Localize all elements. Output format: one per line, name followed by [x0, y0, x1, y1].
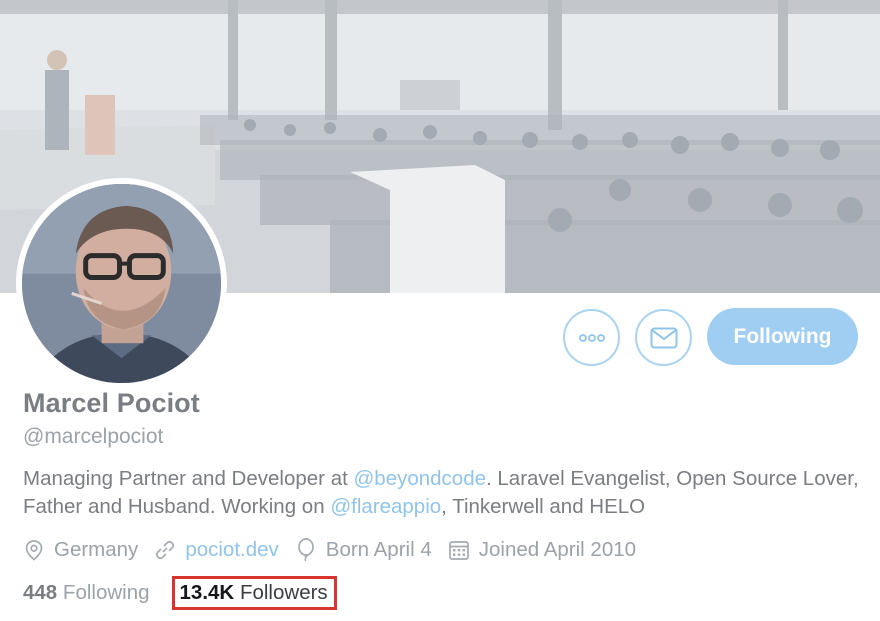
link-icon [156, 540, 175, 560]
profile-meta: Germany pociot.dev Born April 4 Joined A… [23, 535, 652, 565]
following-button[interactable]: Following [707, 308, 858, 365]
profile-stats: 448 Following 13.4K Followers [23, 576, 337, 610]
bio-mention-beyondcode[interactable]: @beyondcode [353, 467, 486, 490]
joined-text: Joined April 2010 [478, 538, 637, 561]
mail-icon [650, 327, 677, 348]
website-link[interactable]: pociot.dev [185, 538, 278, 562]
message-button[interactable] [635, 309, 692, 366]
profile-joined: Joined April 2010 [448, 538, 636, 562]
profile-website[interactable]: pociot.dev [154, 538, 279, 562]
followers-stat[interactable]: 13.4K Followers [171, 576, 337, 610]
profile-avatar[interactable] [16, 178, 227, 389]
followers-count: 13.4K [179, 581, 235, 604]
following-count: 448 [23, 581, 58, 604]
more-icon [578, 333, 605, 342]
more-options-button[interactable] [563, 309, 620, 366]
profile-bio: Managing Partner and Developer at @beyon… [23, 465, 873, 521]
profile-handle: @marcelpociot [23, 425, 164, 448]
profile-location: Germany [23, 538, 138, 562]
bio-mention-flareappio[interactable]: @flareappio [330, 495, 441, 518]
calendar-icon [448, 541, 469, 560]
followers-label: Followers [239, 581, 328, 604]
profile-name: Marcel Pociot [23, 388, 200, 418]
balloon-icon [297, 538, 314, 562]
bio-text: , Tinkerwell and HELO [441, 495, 646, 518]
avatar-image [22, 184, 221, 383]
location-text: Germany [54, 538, 139, 561]
bio-text: Managing Partner and Developer at [23, 467, 354, 490]
profile-birthday: Born April 4 [295, 538, 432, 562]
birthday-text: Born April 4 [325, 538, 432, 561]
location-pin-icon [25, 540, 43, 561]
following-stat[interactable]: 448 Following [23, 581, 150, 605]
following-label: Following [62, 581, 150, 604]
